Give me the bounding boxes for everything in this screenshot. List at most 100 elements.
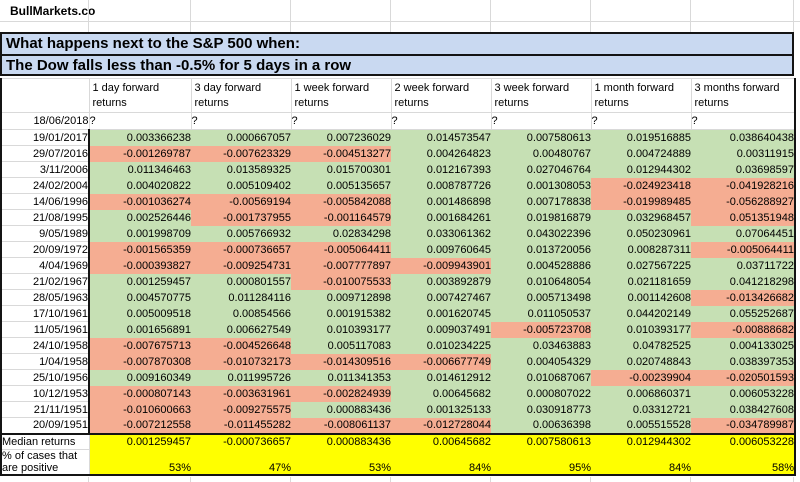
return-cell[interactable]: 0.005135657 — [291, 178, 391, 194]
return-cell[interactable]: -0.001565359 — [89, 242, 191, 258]
return-cell[interactable]: 0.001998709 — [89, 226, 191, 242]
date-cell[interactable]: 11/05/1961 — [1, 322, 89, 338]
return-cell[interactable]: 0.001259457 — [89, 274, 191, 290]
percent-positive-cell[interactable]: 53% — [291, 450, 391, 476]
return-cell[interactable]: 0.010648054 — [491, 274, 591, 290]
percent-positive-cell[interactable]: 95% — [491, 450, 591, 476]
return-cell[interactable]: 0.014573547 — [391, 130, 491, 146]
return-cell[interactable]: -0.004526648 — [191, 338, 291, 354]
return-cell[interactable]: -0.001269787 — [89, 146, 191, 162]
date-cell[interactable]: 28/05/1963 — [1, 290, 89, 306]
return-cell[interactable]: 0.001684261 — [391, 210, 491, 226]
return-cell[interactable]: 0.002526446 — [89, 210, 191, 226]
return-cell[interactable]: -0.001737955 — [191, 210, 291, 226]
return-cell[interactable]: 0.021181659 — [591, 274, 691, 290]
return-cell[interactable]: 0.001656891 — [89, 322, 191, 338]
return-cell[interactable]: -0.000393827 — [89, 258, 191, 274]
pending-return-cell[interactable]: ? — [391, 113, 491, 130]
return-cell[interactable]: 0.007580613 — [491, 130, 591, 146]
return-cell[interactable]: 0.019516885 — [591, 130, 691, 146]
return-cell[interactable]: 0.000807022 — [491, 386, 591, 402]
return-cell[interactable]: -0.034789987 — [691, 418, 795, 434]
return-cell[interactable]: 0.007427467 — [391, 290, 491, 306]
return-cell[interactable]: 0.001325133 — [391, 402, 491, 418]
return-cell[interactable]: 0.038427608 — [691, 402, 795, 418]
return-cell[interactable]: -0.000807143 — [89, 386, 191, 402]
date-cell[interactable]: 24/10/1958 — [1, 338, 89, 354]
return-cell[interactable]: 0.030918773 — [491, 402, 591, 418]
return-cell[interactable]: 0.001915382 — [291, 306, 391, 322]
return-cell[interactable]: 0.005515528 — [591, 418, 691, 434]
return-cell[interactable]: 0.004133025 — [691, 338, 795, 354]
return-cell[interactable]: 0.00636398 — [491, 418, 591, 434]
return-cell[interactable]: 0.03463883 — [491, 338, 591, 354]
return-cell[interactable]: 0.015700301 — [291, 162, 391, 178]
return-cell[interactable]: -0.008061137 — [291, 418, 391, 434]
median-cell[interactable]: -0.000736657 — [191, 434, 291, 450]
return-cell[interactable]: 0.012944302 — [591, 162, 691, 178]
median-label[interactable]: Median returns — [1, 434, 89, 450]
return-cell[interactable]: 0.019816879 — [491, 210, 591, 226]
return-cell[interactable]: -0.024923418 — [591, 178, 691, 194]
pending-return-cell[interactable]: ? — [691, 113, 795, 130]
return-cell[interactable]: 0.005713498 — [491, 290, 591, 306]
return-cell[interactable]: -0.002824939 — [291, 386, 391, 402]
date-cell[interactable]: 20/09/1951 — [1, 418, 89, 434]
return-cell[interactable]: 0.00854566 — [191, 306, 291, 322]
return-cell[interactable]: 0.012167393 — [391, 162, 491, 178]
date-cell[interactable]: 19/01/2017 — [1, 130, 89, 146]
return-cell[interactable]: -0.041928216 — [691, 178, 795, 194]
date-cell[interactable]: 10/12/1953 — [1, 386, 89, 402]
pending-return-cell[interactable]: ? — [191, 113, 291, 130]
return-cell[interactable]: -0.014309516 — [291, 354, 391, 370]
return-cell[interactable]: 0.03711722 — [691, 258, 795, 274]
column-header[interactable]: 3 day forward returns — [191, 79, 291, 113]
date-cell[interactable]: 25/10/1956 — [1, 370, 89, 386]
return-cell[interactable]: 0.011341353 — [291, 370, 391, 386]
median-cell[interactable]: 0.007580613 — [491, 434, 591, 450]
date-cell[interactable]: 21/02/1967 — [1, 274, 89, 290]
median-cell[interactable]: 0.001259457 — [89, 434, 191, 450]
return-cell[interactable]: 0.000667057 — [191, 130, 291, 146]
return-cell[interactable]: 0.03312721 — [591, 402, 691, 418]
return-cell[interactable]: 0.043022396 — [491, 226, 591, 242]
return-cell[interactable]: 0.004054329 — [491, 354, 591, 370]
return-cell[interactable]: 0.011346463 — [89, 162, 191, 178]
return-cell[interactable]: 0.027046764 — [491, 162, 591, 178]
percent-positive-cell[interactable]: 53% — [89, 450, 191, 476]
return-cell[interactable]: -0.007675713 — [89, 338, 191, 354]
return-cell[interactable]: 0.033061362 — [391, 226, 491, 242]
return-cell[interactable]: 0.000801557 — [191, 274, 291, 290]
return-cell[interactable]: -0.011455282 — [191, 418, 291, 434]
return-cell[interactable]: -0.00569194 — [191, 194, 291, 210]
return-cell[interactable]: 0.038397353 — [691, 354, 795, 370]
percent-positive-cell[interactable]: 58% — [691, 450, 795, 476]
date-cell[interactable]: 17/10/1961 — [1, 306, 89, 322]
return-cell[interactable]: 0.03698597 — [691, 162, 795, 178]
return-cell[interactable]: 0.041218298 — [691, 274, 795, 290]
date-cell[interactable]: 14/06/1996 — [1, 194, 89, 210]
return-cell[interactable]: 0.008287311 — [591, 242, 691, 258]
return-cell[interactable]: -0.003631961 — [191, 386, 291, 402]
return-cell[interactable]: 0.00480767 — [491, 146, 591, 162]
return-cell[interactable]: 0.07064451 — [691, 226, 795, 242]
percent-positive-label[interactable]: % of cases thatare positive — [1, 450, 89, 476]
return-cell[interactable]: 0.008787726 — [391, 178, 491, 194]
return-cell[interactable]: -0.001164579 — [291, 210, 391, 226]
return-cell[interactable]: 0.011284116 — [191, 290, 291, 306]
return-cell[interactable]: 0.014612912 — [391, 370, 491, 386]
return-cell[interactable]: 0.010687067 — [491, 370, 591, 386]
return-cell[interactable]: 0.020748843 — [591, 354, 691, 370]
pending-return-cell[interactable]: ? — [491, 113, 591, 130]
return-cell[interactable]: -0.012728044 — [391, 418, 491, 434]
return-cell[interactable]: 0.038640438 — [691, 130, 795, 146]
return-cell[interactable]: 0.003892879 — [391, 274, 491, 290]
return-cell[interactable]: 0.001620745 — [391, 306, 491, 322]
return-cell[interactable]: 0.007178838 — [491, 194, 591, 210]
return-cell[interactable]: 0.00645682 — [391, 386, 491, 402]
return-cell[interactable]: 0.055252687 — [691, 306, 795, 322]
return-cell[interactable]: -0.005064411 — [691, 242, 795, 258]
return-cell[interactable]: -0.001036274 — [89, 194, 191, 210]
return-cell[interactable]: 0.050230961 — [591, 226, 691, 242]
date-cell[interactable]: 18/06/2018 — [1, 113, 89, 130]
